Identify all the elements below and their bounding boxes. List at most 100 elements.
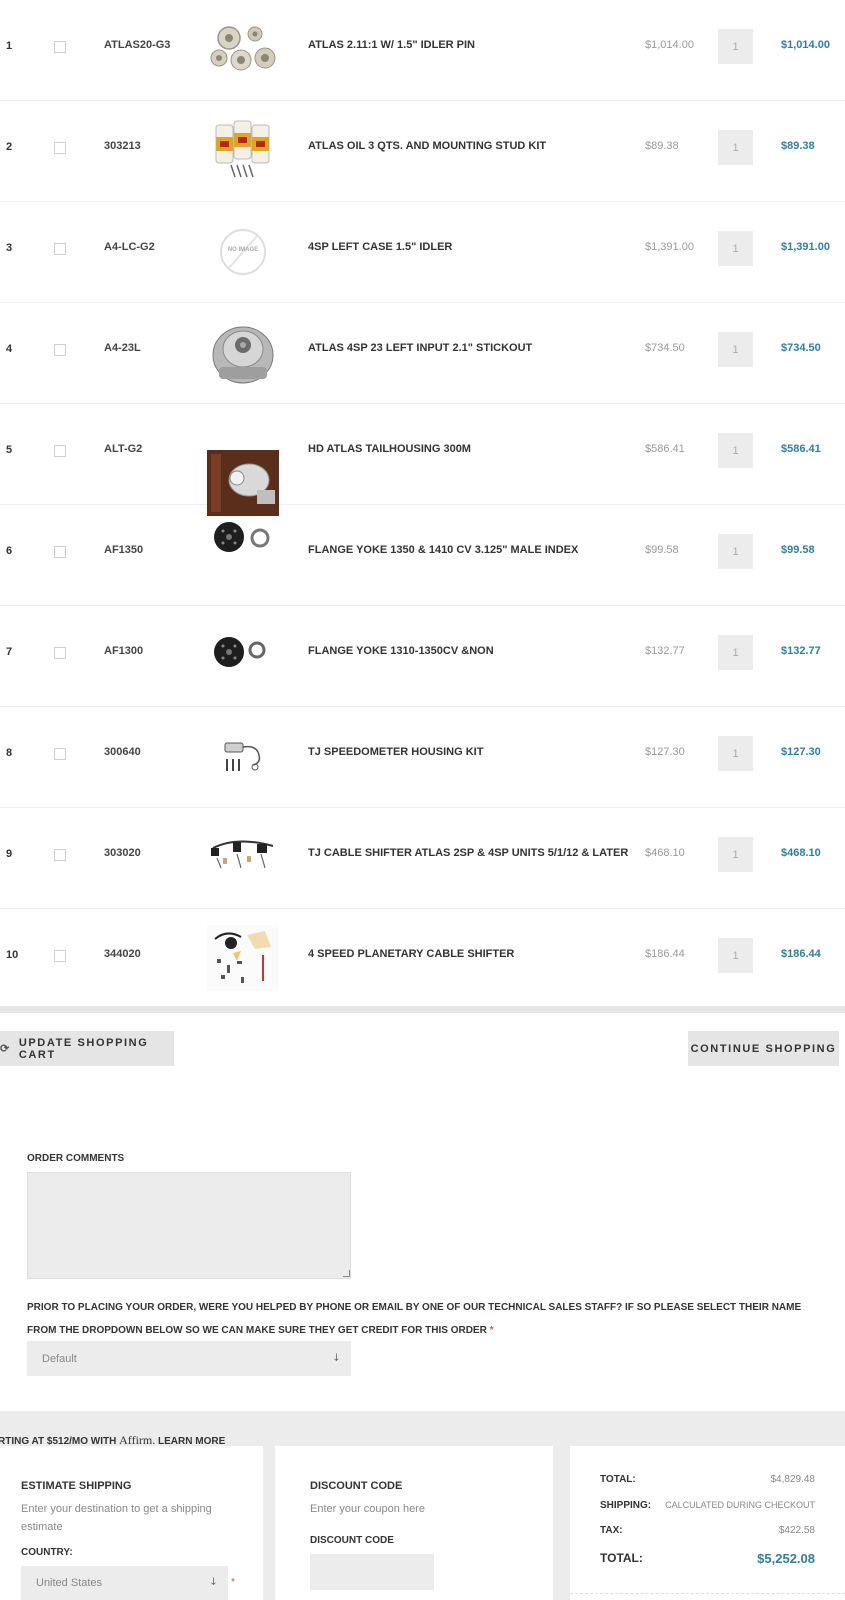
- cart-row: 7 AF1300 FLANGE YOKE 1310-1350CV &NON $1…: [0, 606, 845, 707]
- resize-handle-icon[interactable]: [343, 1270, 350, 1277]
- flange-yoke-icon[interactable]: [207, 622, 279, 688]
- sales-staff-question-text: PRIOR TO PLACING YOUR ORDER, WERE YOU HE…: [27, 1302, 802, 1336]
- country-select[interactable]: United States 🡓: [21, 1566, 228, 1600]
- shipping-label: SHIPPING:: [600, 1500, 652, 1511]
- tax-label: TAX:: [600, 1525, 623, 1536]
- product-sku: 303213: [104, 140, 141, 152]
- update-cart-button[interactable]: ⟳ UPDATE SHOPPING CART: [0, 1031, 174, 1066]
- row-index: 2: [6, 141, 13, 153]
- product-sku: ATLAS20-G3: [104, 39, 171, 51]
- unit-price: $734.50: [645, 342, 685, 354]
- cart-row: 1 ATLAS20-G3 ATLAS 2.11:1 W/ 1.5" IDLER …: [0, 0, 845, 101]
- quantity-input[interactable]: [718, 332, 753, 367]
- product-sku: 344020: [104, 948, 141, 960]
- product-name[interactable]: 4 SPEED PLANETARY CABLE SHIFTER: [308, 948, 514, 960]
- row-checkbox[interactable]: [54, 849, 66, 861]
- product-name[interactable]: FLANGE YOKE 1350 & 1410 CV 3.125" MALE I…: [308, 544, 578, 556]
- update-cart-label: UPDATE SHOPPING CART: [18, 1036, 149, 1061]
- subtotal-row: TOTAL: $4,829.48: [600, 1474, 815, 1485]
- row-index: 5: [6, 444, 13, 456]
- product-sku: AF1350: [104, 544, 144, 556]
- row-subtotal: $734.50: [781, 342, 821, 354]
- product-name[interactable]: 4SP LEFT CASE 1.5" IDLER: [308, 241, 452, 253]
- row-checkbox[interactable]: [54, 243, 66, 255]
- continue-shopping-button[interactable]: CONTINUE SHOPPING: [688, 1031, 839, 1066]
- row-subtotal: $127.30: [781, 746, 821, 758]
- row-checkbox[interactable]: [54, 41, 66, 53]
- no-image-icon[interactable]: NO IMAGE: [207, 218, 279, 284]
- product-name[interactable]: HD ATLAS TAILHOUSING 300M: [308, 443, 471, 455]
- product-name[interactable]: TJ CABLE SHIFTER ATLAS 2SP & 4SP UNITS 5…: [308, 847, 628, 859]
- row-subtotal: $1,014.00: [781, 39, 830, 51]
- sales-staff-question: PRIOR TO PLACING YOUR ORDER, WERE YOU HE…: [27, 1296, 817, 1342]
- row-index: 1: [6, 40, 13, 52]
- discount-code-input[interactable]: [310, 1554, 434, 1590]
- speedometer-kit-icon[interactable]: [207, 723, 279, 789]
- product-sku: A4-23L: [104, 342, 141, 354]
- unit-price: $1,391.00: [645, 241, 694, 253]
- product-name[interactable]: ATLAS 4SP 23 LEFT INPUT 2.1" STICKOUT: [308, 342, 532, 354]
- estimate-shipping-description: Enter your destination to get a shipping…: [21, 1503, 212, 1533]
- dropdown-arrow-icon: 🡓: [210, 1576, 216, 1588]
- country-label: COUNTRY:: [21, 1547, 73, 1558]
- flange-yoke-icon[interactable]: [207, 515, 279, 581]
- quantity-input[interactable]: [718, 29, 753, 64]
- discount-code-field-label: DISCOUNT CODE: [310, 1535, 394, 1546]
- row-index: 8: [6, 747, 13, 759]
- quantity-input[interactable]: [718, 130, 753, 165]
- quantity-input[interactable]: [718, 534, 753, 569]
- row-checkbox[interactable]: [54, 142, 66, 154]
- no-image-label: NO IMAGE: [227, 247, 259, 253]
- gear-set-icon[interactable]: [207, 16, 279, 82]
- unit-price: $127.30: [645, 746, 685, 758]
- refresh-icon: ⟳: [0, 1043, 11, 1055]
- product-name[interactable]: ATLAS 2.11:1 W/ 1.5" IDLER PIN: [308, 39, 475, 51]
- row-index: 9: [6, 848, 13, 860]
- order-comments-textarea[interactable]: [27, 1172, 351, 1279]
- row-checkbox[interactable]: [54, 344, 66, 356]
- planetary-shifter-icon[interactable]: [207, 925, 279, 991]
- cable-shifter-icon[interactable]: [207, 824, 279, 890]
- product-name[interactable]: FLANGE YOKE 1310-1350CV &NON: [308, 645, 494, 657]
- row-index: 6: [6, 545, 13, 557]
- product-sku: 300640: [104, 746, 141, 758]
- row-checkbox[interactable]: [54, 748, 66, 760]
- row-checkbox[interactable]: [54, 950, 66, 962]
- unit-price: $99.58: [645, 544, 679, 556]
- row-index: 3: [6, 242, 13, 254]
- continue-shopping-label: CONTINUE SHOPPING: [690, 1042, 837, 1055]
- quantity-input[interactable]: [718, 433, 753, 468]
- transfer-case-icon[interactable]: [207, 319, 279, 385]
- quantity-input[interactable]: [718, 635, 753, 670]
- product-sku: ALT-G2: [104, 443, 143, 455]
- subtotal-value: $4,829.48: [770, 1474, 816, 1485]
- row-checkbox[interactable]: [54, 647, 66, 659]
- product-sku: AF1300: [104, 645, 144, 657]
- cart-row: 4 A4-23L ATLAS 4SP 23 LEFT INPUT 2.1" ST…: [0, 303, 845, 404]
- unit-price: $132.77: [645, 645, 685, 657]
- quantity-input[interactable]: [718, 736, 753, 771]
- affirm-logo: Affirm.: [119, 1433, 156, 1447]
- oil-bottles-icon[interactable]: [207, 117, 279, 183]
- product-name[interactable]: TJ SPEEDOMETER HOUSING KIT: [308, 746, 483, 758]
- cart-row: 9 303020 TJ CABLE SHIFTER ATLAS 2SP & 4S…: [0, 808, 845, 909]
- unit-price: $586.41: [645, 443, 685, 455]
- cart-row: 8 300640 TJ SPEEDOMETER HOUSING KIT $127…: [0, 707, 845, 808]
- row-subtotal: $99.58: [781, 544, 815, 556]
- product-name[interactable]: ATLAS OIL 3 QTS. AND MOUNTING STUD KIT: [308, 140, 546, 152]
- quantity-input[interactable]: [718, 231, 753, 266]
- required-marker: *: [489, 1325, 494, 1336]
- quantity-input[interactable]: [718, 938, 753, 973]
- row-subtotal: $1,391.00: [781, 241, 830, 253]
- row-checkbox[interactable]: [54, 546, 66, 558]
- sales-staff-select[interactable]: Default 🡓: [27, 1341, 351, 1376]
- quantity-input[interactable]: [718, 837, 753, 872]
- row-subtotal: $586.41: [781, 443, 821, 455]
- grand-total-row: TOTAL: $5,252.08: [600, 1551, 815, 1566]
- shipping-value: CALCULATED DURING CHECKOUT: [665, 1500, 815, 1510]
- country-selected: United States: [36, 1577, 103, 1589]
- product-sku: 303020: [104, 847, 141, 859]
- row-checkbox[interactable]: [54, 445, 66, 457]
- cart-row: 10 344020 4 SPEED PLANETARY CABLE SHIFTE…: [0, 909, 845, 1010]
- row-index: 4: [6, 343, 13, 355]
